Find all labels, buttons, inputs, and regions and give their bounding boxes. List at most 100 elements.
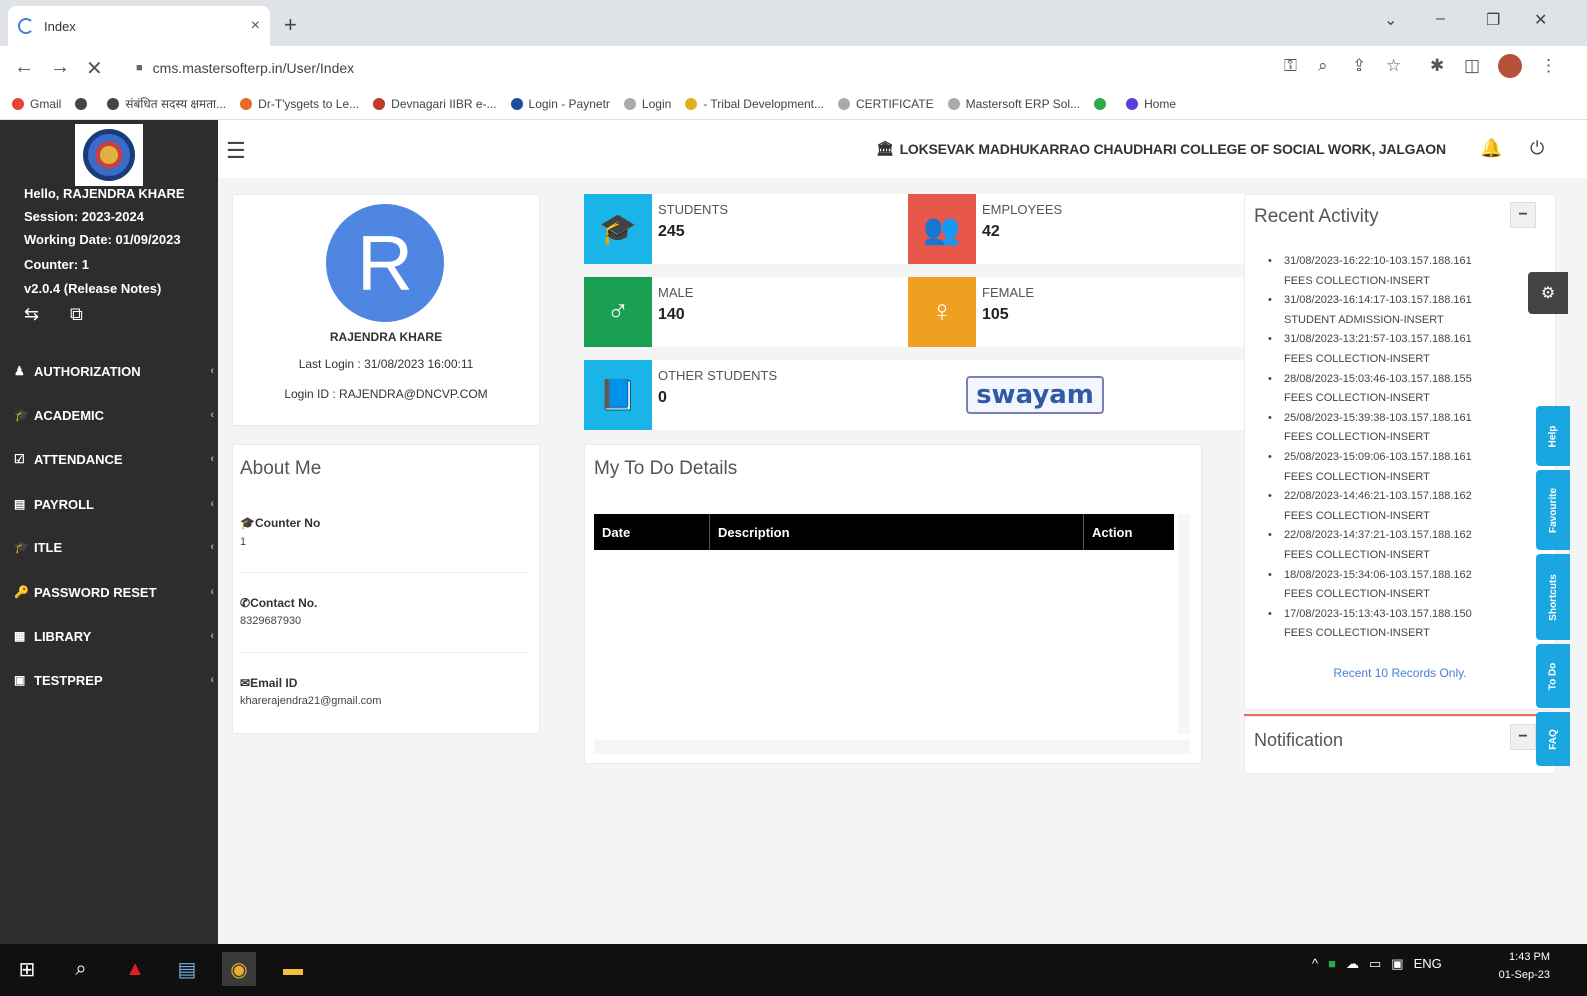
windows-start-icon[interactable]: ⊞ [10,952,44,986]
tab-close-icon[interactable]: × [251,17,260,35]
forward-icon[interactable]: → [50,56,70,79]
swayam-logo[interactable]: swayam [966,376,1104,414]
bookmark-icon [75,97,88,110]
column-header-action[interactable]: Action [1084,514,1174,550]
stat-other-students[interactable]: 📘 OTHER STUDENTS 0 [584,360,1244,430]
hamburger-menu-icon[interactable]: ☰ [226,138,246,164]
stop-icon[interactable]: ✕ [86,56,103,81]
list-item: 25/08/2023-15:39:38-103.157.188.161FEES … [1266,409,1536,448]
user-icon: ♟ [14,364,25,378]
restore-icon[interactable]: ❐ [1486,10,1500,30]
bookmark-item[interactable]: संबंधित सदस्य क्षमता... [107,95,226,112]
bookmark-item[interactable]: Mastersoft ERP Sol... [947,97,1080,111]
avatar: R [326,204,444,322]
menu-label: ITLE [34,539,63,555]
college-name: 🏛 LOKSEVAK MADHUKARRAO CHAUDHARI COLLEGE… [876,140,1446,157]
tray-app-icon[interactable]: ■ [1328,956,1336,972]
stat-female[interactable]: ♀ FEMALE 105 [908,277,1244,347]
menu-payroll[interactable]: ▤ PAYROLL ‹ [14,489,214,519]
collapse-button[interactable]: − [1510,202,1536,228]
list-item: 22/08/2023-14:46:21-103.157.188.162FEES … [1266,487,1536,526]
testprep-icon: ▣ [14,673,26,687]
browser-tab[interactable]: Index × [8,6,270,46]
bookmark-item[interactable]: CERTIFICATE [838,97,934,111]
zoom-icon[interactable]: ⌕ [1318,56,1328,76]
bookmark-item[interactable]: Dr-T'ysgets to Le... [240,97,359,111]
tab-search-icon[interactable]: ⌄ [1384,10,1397,30]
bookmark-icon [1126,97,1139,110]
release-notes-link[interactable]: v2.0.4 (Release Notes) [24,281,161,296]
language-indicator[interactable]: ENG [1414,956,1442,972]
menu-academic[interactable]: 🎓 ACADEMIC ‹ [14,400,214,430]
bookmark-item[interactable]: Login - Paynetr [510,97,610,111]
side-tab-faq[interactable]: FAQ [1536,712,1570,766]
profile-avatar[interactable] [1498,54,1522,78]
chat-icon[interactable]: ▣ [1391,956,1403,972]
new-tab-icon[interactable]: + [284,12,297,38]
minimize-icon[interactable]: – [1436,10,1445,28]
bookmark-item[interactable]: - Tribal Development... [685,97,824,111]
menu-authorization[interactable]: ♟ AUTHORIZATION ‹ [14,356,214,386]
checkbox-icon: ☑ [14,452,25,466]
power-icon[interactable]: ⏻ [1530,138,1544,159]
bookmark-item[interactable]: Devnagari IIBR e-... [373,97,497,111]
male-icon: ♂ [584,277,652,347]
back-icon[interactable]: ← [14,56,34,79]
menu-password-reset[interactable]: 🔑 PASSWORD RESET ‹ [14,577,214,607]
column-header-date[interactable]: Date [594,514,710,550]
side-tab-favourite[interactable]: Favourite [1536,470,1570,550]
collapse-button[interactable]: − [1510,724,1536,750]
tray-arrow-icon[interactable]: ^ [1312,956,1318,972]
vertical-scrollbar[interactable] [1178,514,1190,734]
list-item: 25/08/2023-15:09:06-103.157.188.161FEES … [1266,448,1536,487]
menu-testprep[interactable]: ▣ TESTPREP ‹ [14,665,214,695]
side-tab-todo[interactable]: To Do [1536,644,1570,708]
menu-attendance[interactable]: ☑ ATTENDANCE ‹ [14,444,214,474]
list-item: 28/08/2023-15:03:46-103.157.188.155FEES … [1266,370,1536,409]
monitor-icon[interactable]: ▭ [1369,956,1381,972]
bookmark-item[interactable] [75,97,93,110]
bookmark-icon [1094,97,1107,110]
bookmark-item[interactable]: Home [1126,97,1176,111]
close-window-icon[interactable]: ✕ [1534,10,1547,30]
bookmark-icon [107,97,120,110]
bookmark-icon [510,97,523,110]
menu-library[interactable]: ▦ LIBRARY ‹ [14,621,214,651]
list-item: 17/08/2023-15:13:43-103.157.188.150FEES … [1266,605,1536,644]
lock-icon: ■ [136,62,143,74]
notification-bell-icon[interactable]: 🔔 [1480,138,1502,159]
key-icon[interactable]: ⚿ [1284,56,1297,76]
users-icon: 👥 [908,194,976,264]
bookmark-item[interactable] [1094,97,1112,110]
chrome-icon[interactable]: ◉ [222,952,256,986]
file-manager-icon[interactable]: ▤ [170,952,204,986]
search-icon[interactable]: ⌕ [64,952,98,986]
sidepanel-icon[interactable]: ◫ [1464,56,1480,76]
horizontal-scrollbar[interactable] [594,740,1190,754]
copy-icon[interactable]: ⧉ [70,304,83,325]
stat-employees[interactable]: 👥 EMPLOYEES 42 [908,194,1244,264]
star-icon[interactable]: ☆ [1386,56,1401,76]
bookmark-item[interactable]: Login [623,97,671,111]
folder-icon[interactable]: ▬ [276,952,310,986]
switch-icon[interactable]: ⇆ [24,304,39,325]
menu-itle[interactable]: 🎓 ITLE ‹ [14,532,214,562]
pdf-reader-icon[interactable]: ▲ [118,952,152,986]
divider [240,572,530,573]
extensions-icon[interactable]: ✱ [1430,56,1444,76]
login-id: Login ID : RAJENDRA@DNCVP.COM [284,387,488,401]
network-icon[interactable]: ☁ [1346,956,1359,972]
chevron-left-icon: ‹ [210,365,214,377]
url-field[interactable]: ■ cms.mastersofterp.in/User/Index [126,54,1276,82]
chevron-left-icon: ‹ [210,541,214,553]
column-header-description[interactable]: Description [710,514,1084,550]
menu-icon[interactable]: ⋮ [1540,56,1557,76]
bookmark-icon [838,97,851,110]
side-tab-shortcuts[interactable]: Shortcuts [1536,554,1570,640]
settings-gear-icon[interactable]: ⚙ [1528,272,1568,314]
bookmark-item[interactable]: Gmail [12,97,61,111]
share-icon[interactable]: ⇪ [1352,56,1366,76]
clock[interactable]: 1:43 PM 01-Sep-23 [1480,948,1550,984]
side-tab-help[interactable]: Help [1536,406,1570,466]
recent-records-note[interactable]: Recent 10 Records Only. [1244,666,1556,680]
